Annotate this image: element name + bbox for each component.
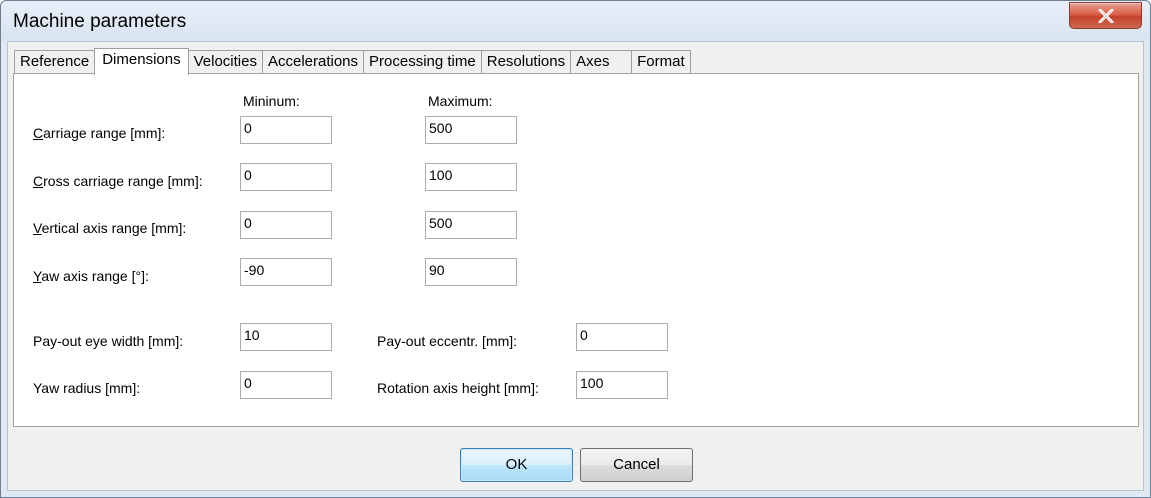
payout-eccentr-label: Pay-out eccentr. [mm]:: [377, 333, 518, 349]
payout-eccentr-field[interactable]: 0: [576, 323, 668, 351]
yaw-axis-range-label: Yaw axis range [°]:: [33, 268, 149, 284]
payout-eye-width-label: Pay-out eye width [mm]:: [33, 333, 184, 349]
window-title: Machine parameters: [13, 11, 187, 32]
tab-velocities[interactable]: Velocities: [187, 50, 263, 74]
yaw-radius-label: Yaw radius [mm]:: [33, 380, 141, 396]
close-icon: [1098, 8, 1114, 23]
yaw-axis-range-max-field[interactable]: 90: [425, 258, 517, 286]
dimensions-panel: Mininum: Maximum: Carriage range [mm]: 0…: [13, 73, 1139, 427]
carriage-range-label: Carriage range [mm]:: [33, 125, 166, 141]
cross-carriage-range-label: Cross carriage range [mm]:: [33, 173, 203, 189]
tab-resolutions[interactable]: Resolutions: [480, 50, 572, 74]
title-bar[interactable]: Machine parameters: [1, 1, 1150, 41]
dialog-client-area: Reference Dimensions Velocities Accelera…: [7, 41, 1144, 491]
dialog-window: Machine parameters Reference Dimensions …: [0, 0, 1151, 498]
cross-carriage-range-min-field[interactable]: 0: [240, 163, 332, 191]
tab-dimensions[interactable]: Dimensions: [94, 48, 189, 75]
tab-strip: Reference Dimensions Velocities Accelera…: [14, 48, 691, 75]
yaw-radius-field[interactable]: 0: [240, 371, 332, 399]
tab-accelerations[interactable]: Accelerations: [261, 50, 365, 74]
tab-reference[interactable]: Reference: [14, 50, 96, 74]
close-button[interactable]: [1069, 2, 1142, 29]
rotation-axis-height-label: Rotation axis height [mm]:: [377, 380, 539, 396]
minimum-header: Mininum:: [243, 93, 300, 109]
vertical-axis-range-max-field[interactable]: 500: [425, 211, 517, 239]
ok-button[interactable]: OK: [460, 448, 573, 482]
vertical-axis-range-label: Vertical axis range [mm]:: [33, 220, 187, 236]
tab-format[interactable]: Format: [631, 50, 691, 74]
vertical-axis-range-min-field[interactable]: 0: [240, 211, 332, 239]
payout-eye-width-field[interactable]: 10: [240, 323, 332, 351]
tab-axes[interactable]: Axes: [570, 50, 633, 74]
rotation-axis-height-field[interactable]: 100: [576, 371, 668, 399]
tab-processing-time[interactable]: Processing time: [363, 50, 482, 74]
maximum-header: Maximum:: [428, 93, 493, 109]
carriage-range-min-field[interactable]: 0: [240, 116, 332, 144]
carriage-range-max-field[interactable]: 500: [425, 116, 517, 144]
yaw-axis-range-min-field[interactable]: -90: [240, 258, 332, 286]
cross-carriage-range-max-field[interactable]: 100: [425, 163, 517, 191]
cancel-button[interactable]: Cancel: [580, 448, 693, 482]
